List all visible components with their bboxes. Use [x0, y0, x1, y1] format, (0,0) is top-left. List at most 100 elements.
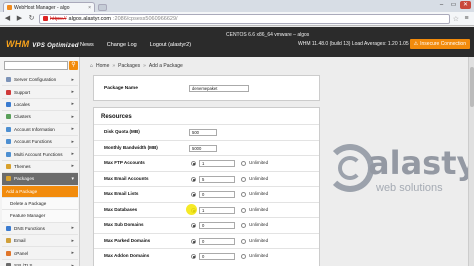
sidebar-search-input[interactable] — [4, 61, 68, 70]
new-tab-button[interactable] — [98, 4, 107, 11]
sidebar-item[interactable]: Account Information ▸ — [2, 124, 78, 136]
sidebar-item-label: Clusters — [14, 114, 31, 120]
sidebar-item-label: Locales — [14, 101, 30, 107]
sidebar-item-label: Feature Manager — [10, 213, 46, 219]
value-radio[interactable] — [191, 161, 196, 166]
nav-logout-link[interactable]: Logout (alastyr2) — [150, 42, 191, 48]
browser-toolbar: ◀ ▶ ↻ https:// algos.alastyr.com :2086/c… — [0, 12, 474, 26]
sidebar-item[interactable]: Feature Manager — [2, 210, 78, 223]
url-host: algos.alastyr.com — [68, 15, 112, 22]
unlimited-radio[interactable] — [241, 207, 246, 213]
chevron-right-icon: ▸ — [71, 113, 74, 120]
unlimited-radio[interactable] — [241, 176, 246, 182]
breadcrumb-current: Add a Package — [148, 63, 183, 69]
tab-close-icon[interactable]: × — [88, 5, 91, 11]
browser-tab[interactable]: WebHost Manager - algo × — [3, 2, 95, 12]
resource-value-input[interactable]: 5000 — [189, 144, 217, 152]
resource-value-input[interactable]: 0 — [199, 237, 235, 245]
sidebar-item-label: Themes — [14, 163, 31, 169]
resource-row: Max Email Lists 0 Unlimited — [94, 186, 319, 201]
sidebar-item[interactable]: Add a Package — [2, 185, 78, 198]
sidebar-item[interactable]: Multi Account Functions ▸ — [2, 148, 78, 161]
chevron-right-icon: ▸ — [71, 76, 74, 83]
unlimited-radio[interactable] — [241, 161, 246, 166]
value-radio[interactable] — [191, 192, 196, 197]
forward-arrow-icon[interactable]: ▶ — [15, 14, 24, 23]
resource-row: Max Parked Domains 0 Unlimited — [94, 232, 319, 248]
close-window-button[interactable]: ✕ — [460, 1, 471, 9]
resource-value-input[interactable]: 1 — [199, 206, 235, 214]
sidebar-item-icon — [6, 225, 11, 231]
sidebar-item-label: cPanel — [14, 250, 29, 256]
breadcrumb: ⌂ Home » Packages » Add a Package — [90, 63, 183, 69]
unlimited-label: Unlimited — [249, 206, 269, 212]
sidebar-item[interactable]: SSL/TLS ▸ — [2, 260, 78, 266]
insecure-connection-button[interactable]: ⚠ Insecure Connection — [409, 39, 470, 49]
sidebar-item[interactable]: Themes ▸ — [2, 161, 78, 174]
resource-value-input[interactable]: 500 — [189, 129, 217, 136]
nav-changelog-link[interactable]: Change Log — [107, 42, 137, 48]
browser-menu-icon[interactable]: ≡ — [462, 14, 471, 23]
unlimited-label: Unlimited — [249, 237, 269, 243]
chevron-right-icon: ▸ — [71, 237, 74, 244]
browser-tab-bar: WebHost Manager - algo × – ▭ ✕ — [0, 0, 474, 12]
home-icon: ⌂ — [90, 63, 94, 69]
value-radio[interactable] — [191, 238, 196, 244]
unlimited-radio[interactable] — [241, 223, 246, 228]
search-icon[interactable]: ⚲ — [69, 61, 78, 70]
resource-label: Monthly Bandwidth (MB) — [104, 144, 158, 150]
sidebar-item-label: DNS Functions — [14, 225, 45, 231]
sidebar-item-icon — [6, 250, 11, 256]
resource-value-input[interactable]: 5 — [199, 175, 235, 183]
address-bar[interactable]: https:// algos.alastyr.com :2086/cpsess5… — [39, 13, 450, 24]
sidebar-item[interactable]: Server Configuration ▸ — [2, 74, 78, 87]
maximize-button[interactable]: ▭ — [448, 1, 459, 9]
page-scrollbar[interactable] — [468, 57, 474, 266]
unlimited-radio[interactable] — [241, 238, 246, 244]
resource-value-input[interactable]: 0 — [199, 253, 235, 260]
url-scheme: https:// — [50, 15, 67, 22]
resource-value-input[interactable]: 0 — [199, 222, 235, 229]
bookmark-star-icon[interactable]: ☆ — [453, 15, 459, 23]
resource-value-input[interactable]: 1 — [199, 160, 235, 167]
sidebar-item[interactable]: Locales ▸ — [2, 99, 78, 112]
sidebar-item[interactable]: cPanel ▸ — [2, 247, 78, 260]
sidebar-item-label: Delete a Package — [10, 201, 47, 207]
sidebar-item-icon — [6, 176, 11, 182]
alastyr-watermark: alastyr web solutions — [326, 142, 474, 202]
main-content: ⌂ Home » Packages » Add a Package Packag… — [80, 57, 474, 266]
value-radio[interactable] — [191, 176, 196, 182]
url-path: :2086/cpsess5060966629/ — [113, 15, 178, 22]
chevron-right-icon: ▸ — [71, 126, 74, 133]
watermark-text: alastyr — [368, 144, 474, 182]
unlimited-radio[interactable] — [241, 192, 246, 197]
sidebar-item[interactable]: DNS Functions ▸ — [2, 223, 78, 236]
sidebar-item-icon — [6, 151, 11, 157]
unlimited-label: Unlimited — [249, 160, 269, 165]
insecure-label: Insecure Connection — [420, 41, 466, 47]
whm-logo[interactable]: WHM VPS Optimized — [6, 39, 79, 49]
sidebar-item[interactable]: Support ▸ — [2, 86, 78, 99]
nav-news-link[interactable]: News — [80, 42, 94, 48]
sidebar-item-icon — [6, 101, 11, 107]
sidebar-item-label: Email — [14, 238, 26, 244]
minimize-button[interactable]: – — [436, 1, 447, 9]
unlimited-radio[interactable] — [241, 254, 246, 259]
sidebar-item[interactable]: Email ▸ — [2, 235, 78, 248]
sidebar-item-icon — [6, 114, 11, 120]
value-radio[interactable] — [191, 223, 196, 228]
sidebar-item[interactable]: Packages ▾ — [2, 173, 78, 186]
sidebar-item[interactable]: Delete a Package — [2, 197, 78, 211]
value-radio[interactable] — [191, 254, 196, 259]
package-name-input[interactable]: denemepaket — [189, 85, 249, 92]
resources-title: Resources — [101, 114, 132, 120]
breadcrumb-home[interactable]: Home — [96, 63, 109, 69]
sidebar-item[interactable]: Clusters ▸ — [2, 111, 78, 124]
resource-value-input[interactable]: 0 — [199, 191, 235, 198]
sidebar-item-label: Account Information — [14, 126, 55, 132]
sidebar-item[interactable]: Account Functions ▸ — [2, 136, 78, 149]
back-arrow-icon[interactable]: ◀ — [3, 14, 12, 23]
reload-icon[interactable]: ↻ — [27, 14, 36, 23]
scrollbar-thumb[interactable] — [470, 67, 474, 107]
breadcrumb-packages[interactable]: Packages — [118, 63, 140, 69]
